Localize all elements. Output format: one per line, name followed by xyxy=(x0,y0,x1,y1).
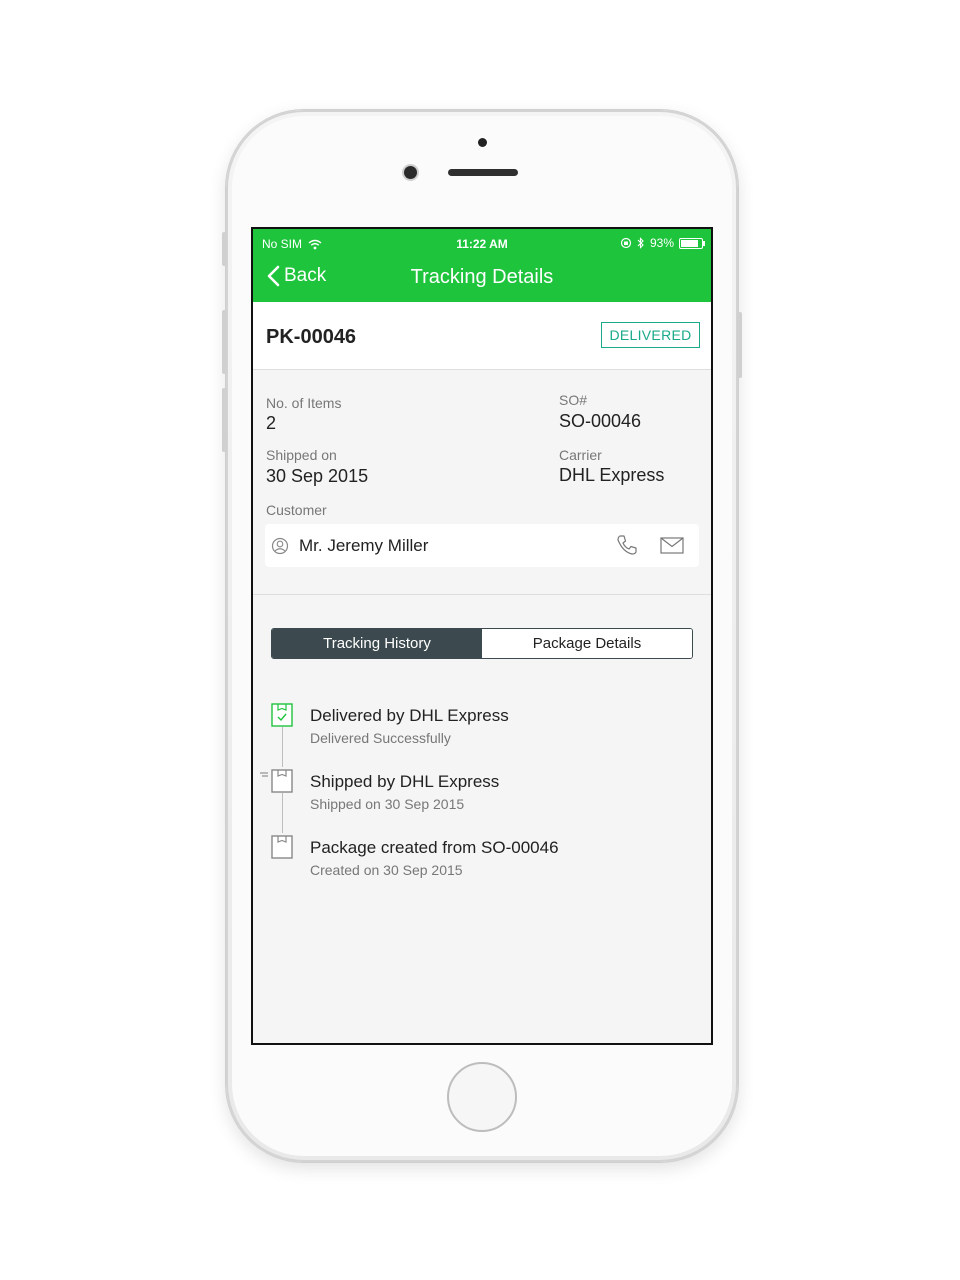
carrier-value: DHL Express xyxy=(559,465,665,485)
shipped-label: Shipped on xyxy=(266,447,337,463)
status-bar-right: 93% xyxy=(620,236,705,250)
history-subtitle: Delivered Successfully xyxy=(310,730,451,746)
so-label: SO# xyxy=(559,392,588,408)
shipped-value: 30 Sep 2015 xyxy=(266,466,369,486)
so-value: SO-00046 xyxy=(559,411,642,431)
carrier-label: Carrier xyxy=(559,447,602,463)
front-camera xyxy=(404,166,417,179)
history-subtitle: Created on 30 Sep 2015 xyxy=(310,862,463,878)
volume-down-button xyxy=(222,388,227,452)
box-shipped-icon xyxy=(260,769,293,793)
home-button[interactable] xyxy=(447,1062,517,1132)
volume-up-button xyxy=(222,310,227,374)
history-title: Shipped by DHL Express xyxy=(310,772,500,791)
tab-package-details[interactable]: Package Details xyxy=(482,629,692,658)
bluetooth-icon xyxy=(637,237,644,249)
battery-icon xyxy=(679,237,705,249)
package-header: PK-00046 DELIVERED xyxy=(253,302,711,370)
battery-percent: 93% xyxy=(649,236,674,250)
customer-label: Customer xyxy=(266,502,327,518)
user-icon xyxy=(271,537,289,555)
timeline-item: Package created from SO-00046 Created on… xyxy=(253,831,711,881)
timeline-item: Delivered by DHL Express Delivered Succe… xyxy=(253,699,711,749)
box-delivered-icon xyxy=(271,703,293,727)
power-button xyxy=(737,312,742,378)
box-icon xyxy=(271,835,293,859)
phone-icon[interactable] xyxy=(615,533,639,557)
mute-switch xyxy=(222,232,227,266)
mail-icon[interactable] xyxy=(660,537,684,554)
history-title: Package created from SO-00046 xyxy=(310,838,559,857)
items-value: 2 xyxy=(266,413,277,433)
page-title: Tracking Details xyxy=(410,266,554,288)
customer-name: Mr. Jeremy Miller xyxy=(299,536,429,555)
top-bar: No SIM 11:22 AM 93% Back Tracking Detail… xyxy=(253,229,711,302)
history-subtitle: Shipped on 30 Sep 2015 xyxy=(310,796,465,812)
proximity-sensor xyxy=(478,138,487,147)
timeline-item: Shipped by DHL Express Shipped on 30 Sep… xyxy=(253,765,711,815)
status-badge: DELIVERED xyxy=(601,322,700,348)
tab-tracking-history[interactable]: Tracking History xyxy=(272,629,482,658)
package-details: No. of Items 2 SO# SO-00046 Shipped on 3… xyxy=(253,370,711,595)
history-title: Delivered by DHL Express xyxy=(310,706,509,725)
items-label: No. of Items xyxy=(266,395,342,411)
orientation-lock-icon xyxy=(620,237,632,249)
segmented-tabs: Tracking History Package Details xyxy=(271,628,693,659)
battery-fill xyxy=(681,239,698,247)
earpiece-speaker xyxy=(448,169,518,176)
package-number: PK-00046 xyxy=(266,326,357,348)
customer-card[interactable]: Mr. Jeremy Miller xyxy=(265,524,699,567)
app-screen: No SIM 11:22 AM 93% Back Tracking Detail… xyxy=(251,227,713,1045)
